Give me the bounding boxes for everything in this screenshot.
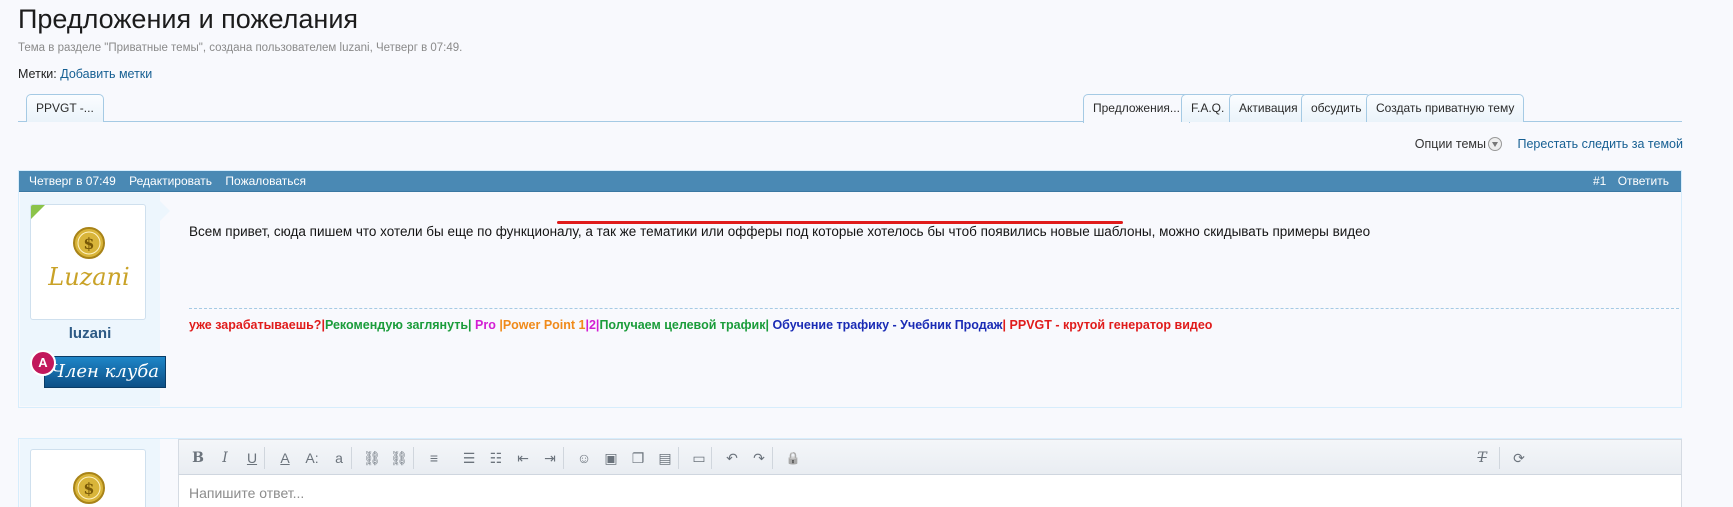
smiley-icon[interactable]: ☺ xyxy=(574,448,594,468)
user-info: $ Luzani luzani Член клуба A xyxy=(20,193,166,406)
code-icon[interactable]: ▤ xyxy=(655,448,675,468)
toolbar-separator xyxy=(1499,447,1500,469)
post-header: Четверг в 07:49 Редактировать Пожаловать… xyxy=(19,171,1681,192)
toolbar-separator xyxy=(264,447,265,469)
sig-part: | xyxy=(1002,318,1010,332)
sig-part[interactable]: Power Point 1 xyxy=(503,318,586,332)
editor-user-info: $ xyxy=(20,439,160,507)
svg-text:Luzani: Luzani xyxy=(47,263,129,291)
post-time[interactable]: Четверг в 07:49 xyxy=(29,174,116,188)
avatar[interactable]: $ Luzani xyxy=(30,204,146,320)
coin-logo-icon: $ Luzani xyxy=(47,227,130,291)
sig-part[interactable]: Рекомендую заглянуть xyxy=(325,318,468,332)
chevron-down-icon[interactable] xyxy=(1488,137,1503,151)
reply-link[interactable]: Ответить xyxy=(1618,174,1669,188)
font-size-icon[interactable]: A: xyxy=(302,448,322,468)
post-message: Всем привет, сюда пишем что хотели бы ещ… xyxy=(189,224,1371,239)
redo-icon[interactable]: ↷ xyxy=(749,448,769,468)
toolbar-separator xyxy=(413,447,414,469)
svg-text:$: $ xyxy=(83,234,94,253)
image-icon[interactable]: ▣ xyxy=(601,448,621,468)
toolbar-separator xyxy=(678,447,679,469)
post-number[interactable]: #1 xyxy=(1593,174,1606,188)
sig-part[interactable]: Получаем целевой трафик xyxy=(599,318,765,332)
page: Предложения и пожелания Тема в разделе "… xyxy=(0,0,1733,507)
member-badge: Член клуба A xyxy=(30,350,166,390)
toolbar-separator xyxy=(563,447,564,469)
tab-activation[interactable]: Активация xyxy=(1229,94,1308,122)
coin-logo-icon: $ xyxy=(73,472,105,504)
sig-part[interactable]: |2| xyxy=(585,318,599,332)
toolbar-separator xyxy=(351,447,352,469)
add-tags-link[interactable]: Добавить метки xyxy=(60,67,152,81)
sig-part: | xyxy=(468,318,476,332)
editor-avatar: $ xyxy=(30,449,146,507)
badge-letter: A xyxy=(30,350,56,376)
sig-part[interactable]: PPVGT - крутой генератор видео xyxy=(1010,318,1213,332)
toggle-bbcode-icon[interactable]: ⟳ xyxy=(1509,448,1529,468)
align-icon[interactable]: ≡ xyxy=(424,448,444,468)
remove-format-icon[interactable]: T xyxy=(1472,448,1492,468)
tags-label: Метки: xyxy=(18,67,57,81)
indent-icon[interactable]: ⇥ xyxy=(540,448,560,468)
tab-suggestions[interactable]: Предложения... xyxy=(1083,94,1190,123)
save-draft-icon[interactable]: ▭ xyxy=(689,448,709,468)
toolbar-separator xyxy=(711,447,712,469)
message-pointer xyxy=(160,201,170,221)
toolbar-separator xyxy=(772,447,773,469)
signature-divider xyxy=(189,308,1679,309)
badge-ribbon: Член клуба xyxy=(44,356,166,388)
svg-text:$: $ xyxy=(83,479,94,498)
editor-toolbar: B I U A A: a ⛓ ⛓ ≡ ☰ ☷ ⇤ ⇥ ☺ ▣ ❐ ▤ ▭ ↶ ↷ 🔒 T ⟳ xyxy=(178,439,1682,475)
sig-part[interactable]: Pro xyxy=(475,318,499,332)
tab-discuss[interactable]: обсудить xyxy=(1301,94,1372,122)
bullet-list-icon[interactable]: ☰ xyxy=(459,448,479,468)
outdent-icon[interactable]: ⇤ xyxy=(513,448,533,468)
edit-post-link[interactable]: Редактировать xyxy=(129,174,212,188)
report-post-link[interactable]: Пожаловаться xyxy=(225,174,306,188)
undo-icon[interactable]: ↶ xyxy=(722,448,742,468)
post-header-right: #1 Ответить xyxy=(1585,171,1669,192)
lock-icon[interactable]: 🔒 xyxy=(783,448,803,468)
sig-part[interactable]: Обучение трафику - Учебник Продаж xyxy=(772,318,1002,332)
italic-icon[interactable]: I xyxy=(215,448,235,468)
tab-create-private[interactable]: Создать приватную тему xyxy=(1366,94,1525,122)
thread-subtitle: Тема в разделе "Приватные темы", создана… xyxy=(18,42,463,54)
online-indicator xyxy=(31,205,45,219)
tab-faq[interactable]: F.A.Q. xyxy=(1181,94,1235,122)
signature: уже зарабатываешь?|Рекомендую заглянуть|… xyxy=(189,318,1212,332)
tab-bar: PPVGT -... Предложения... F.A.Q. Активац… xyxy=(18,94,1682,123)
post: Четверг в 07:49 Редактировать Пожаловать… xyxy=(18,170,1682,408)
unwatch-thread-link[interactable]: Перестать следить за темой xyxy=(1518,137,1684,151)
tab-ppvgt[interactable]: PPVGT -... xyxy=(26,94,104,122)
reply-input[interactable] xyxy=(179,475,1681,507)
sig-part[interactable]: уже зарабатываешь? xyxy=(189,318,321,332)
highlight-underline xyxy=(557,221,1123,224)
page-title: Предложения и пожелания xyxy=(18,4,359,34)
thread-options-button[interactable]: Опции темы xyxy=(1415,137,1486,151)
font-color-icon[interactable]: A xyxy=(275,448,295,468)
bold-icon[interactable]: B xyxy=(188,448,208,468)
unlink-icon[interactable]: ⛓ xyxy=(389,448,409,468)
reply-editor: $ B I U A A: a ⛓ ⛓ ≡ ☰ ☷ ⇤ ⇥ ☺ ▣ ❐ ▤ ▭ ↶ ↷ 🔒 T ⟳ xyxy=(18,438,1682,507)
tags-row: Метки: Добавить метки xyxy=(18,67,152,81)
username[interactable]: luzani xyxy=(20,325,160,342)
thread-options-row: Опции темы Перестать следить за темой xyxy=(1415,137,1683,151)
font-family-icon[interactable]: a xyxy=(329,448,349,468)
media-icon[interactable]: ❐ xyxy=(628,448,648,468)
underline-icon[interactable]: U xyxy=(242,448,262,468)
number-list-icon[interactable]: ☷ xyxy=(486,448,506,468)
reply-area xyxy=(178,475,1682,507)
link-icon[interactable]: ⛓ xyxy=(362,448,382,468)
